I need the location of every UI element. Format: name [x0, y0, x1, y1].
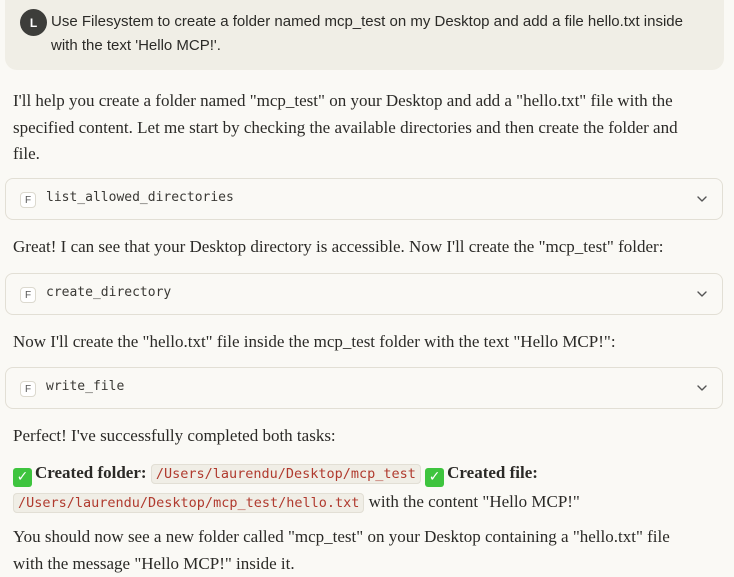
assistant-intro: I'll help you create a folder named "mcp…: [13, 91, 678, 163]
filesystem-badge-icon: F: [20, 381, 36, 397]
tool-call-list-allowed-directories[interactable]: F list_allowed_directories: [5, 178, 723, 220]
filesystem-badge-icon: F: [20, 287, 36, 303]
file-path-code: /Users/laurendu/Desktop/mcp_test/hello.t…: [13, 493, 365, 513]
check-mark-icon: ✓: [13, 468, 32, 487]
check-mark-icon: ✓: [425, 468, 445, 487]
created-folder-label: Created folder:: [35, 463, 147, 482]
file-content-text: with the content "Hello MCP!": [364, 492, 580, 511]
assistant-after-tool1: Great! I can see that your Desktop direc…: [13, 237, 664, 256]
chevron-down-icon: [697, 196, 707, 202]
tool-name: create_directory: [46, 285, 172, 300]
tool-call-write-file[interactable]: F write_file: [5, 367, 723, 409]
user-message: L Use Filesystem to create a folder name…: [5, 0, 724, 70]
created-file-label: Created file:: [447, 463, 538, 482]
assistant-perfect: Perfect! I've successfully completed bot…: [13, 426, 336, 445]
assistant-summary: ✓ Created folder: /Users/laurendu/Desktop…: [13, 459, 703, 517]
user-message-text: Use Filesystem to create a folder named …: [51, 13, 683, 54]
chevron-down-icon: [697, 385, 707, 391]
chevron-down-icon: [697, 291, 707, 297]
assistant-closing: You should now see a new folder called "…: [13, 527, 670, 573]
tool-name: write_file: [46, 379, 125, 394]
tool-name: list_allowed_directories: [46, 190, 234, 205]
filesystem-badge-icon: F: [20, 192, 36, 208]
tool-call-create-directory[interactable]: F create_directory: [5, 273, 723, 315]
assistant-after-tool2: Now I'll create the "hello.txt" file ins…: [13, 332, 616, 351]
folder-path-code: /Users/laurendu/Desktop/mcp_test: [150, 464, 421, 484]
user-avatar: L: [20, 9, 47, 36]
